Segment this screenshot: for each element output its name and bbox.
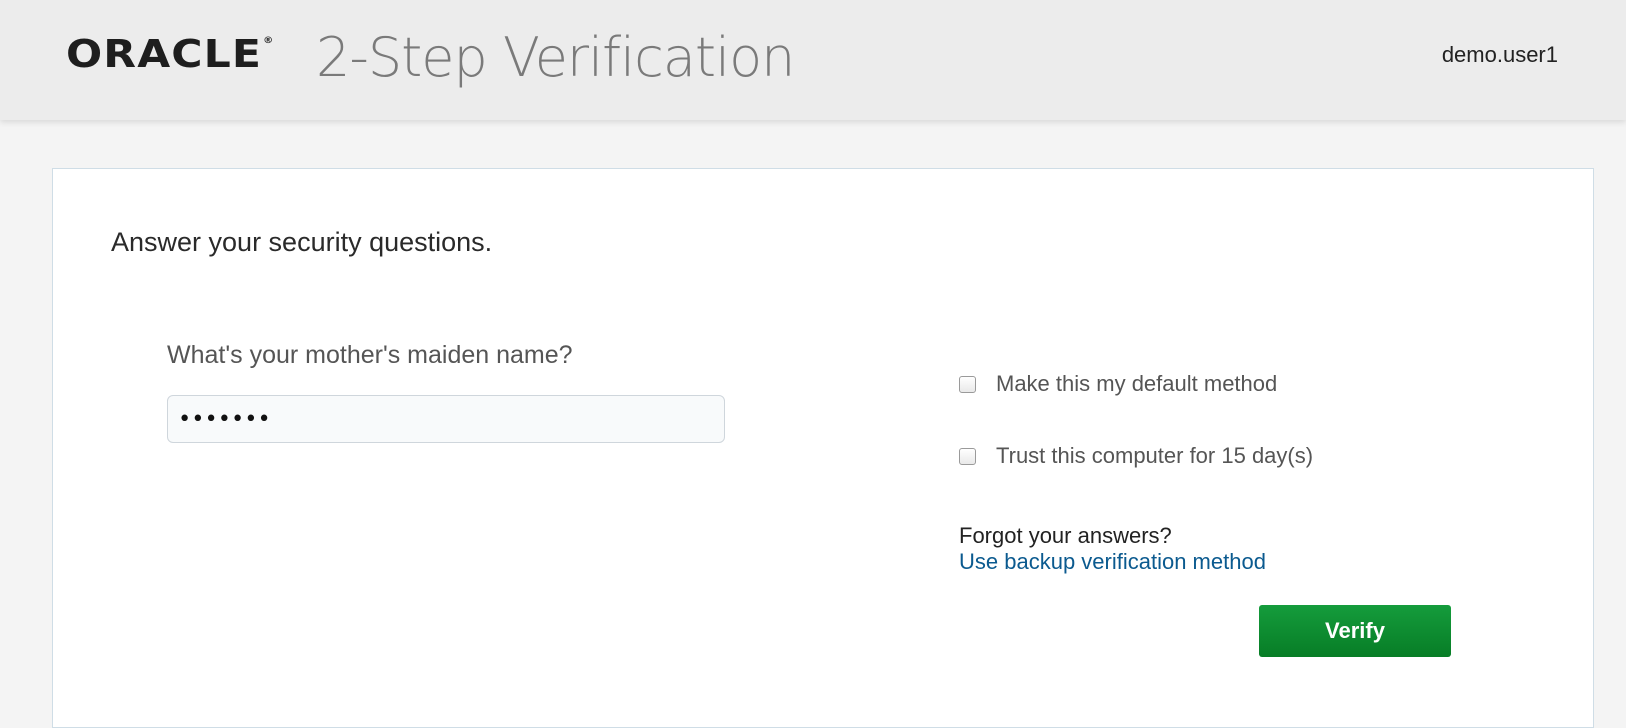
logo-text: ORACLE bbox=[66, 32, 263, 76]
security-question-label: What's your mother's maiden name? bbox=[167, 341, 573, 369]
trust-computer-label[interactable]: Trust this computer for 15 day(s) bbox=[996, 443, 1313, 469]
security-answer-input[interactable] bbox=[167, 395, 725, 443]
verification-card: Answer your security questions. What's y… bbox=[52, 168, 1594, 728]
registered-mark: ® bbox=[263, 36, 275, 46]
oracle-logo: ORACLE® bbox=[66, 32, 274, 76]
default-method-checkbox[interactable] bbox=[959, 375, 976, 393]
page-title: 2-Step Verification bbox=[316, 26, 795, 89]
default-method-label[interactable]: Make this my default method bbox=[996, 371, 1277, 397]
backup-verification-link[interactable]: Use backup verification method bbox=[959, 549, 1266, 575]
card-heading: Answer your security questions. bbox=[111, 227, 493, 257]
trust-computer-checkbox[interactable] bbox=[959, 447, 976, 465]
forgot-answers-text: Forgot your answers? bbox=[959, 523, 1172, 548]
verify-button[interactable]: Verify bbox=[1259, 605, 1451, 657]
username: demo.user1 bbox=[1441, 42, 1558, 67]
page-header: ORACLE® 2-Step Verification demo.user1 bbox=[0, 0, 1626, 120]
default-method-option[interactable]: Make this my default method bbox=[959, 371, 1277, 397]
trust-computer-option[interactable]: Trust this computer for 15 day(s) bbox=[959, 443, 1313, 469]
